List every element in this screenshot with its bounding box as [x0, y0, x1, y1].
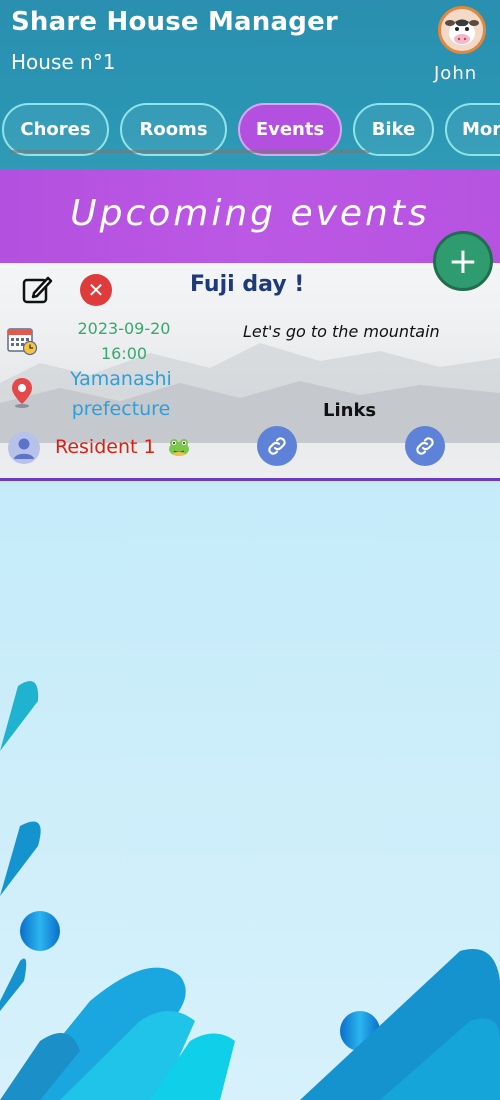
- tab-scrollbar[interactable]: [10, 150, 370, 153]
- link-icon: [416, 437, 434, 455]
- house-name: House n°1: [11, 50, 116, 74]
- event-date: 2023-09-20: [77, 319, 171, 338]
- decorative-background: [0, 481, 500, 1100]
- tab-events[interactable]: Events: [238, 103, 342, 156]
- app-header: Share House Manager House n°1 John Chore…: [0, 0, 500, 170]
- person-icon: [8, 432, 40, 464]
- tab-chores[interactable]: Chores: [2, 103, 109, 156]
- resident-name: Resident 1: [55, 436, 156, 458]
- location-line-2: prefecture: [71, 398, 171, 420]
- cow-avatar-icon[interactable]: [438, 6, 486, 54]
- event-title: Fuji day !: [190, 272, 305, 297]
- tab-bike[interactable]: Bike: [353, 103, 434, 156]
- user-name[interactable]: John: [434, 63, 477, 84]
- event-card: ✕ Fuji day ! 2023-09-20 16:00 Let's go t…: [0, 263, 500, 481]
- event-time: 16:00: [100, 344, 148, 363]
- calendar-icon: [7, 328, 38, 356]
- location-pin-icon: [12, 378, 32, 408]
- add-event-button[interactable]: +: [433, 231, 493, 291]
- link-icon: [268, 437, 286, 455]
- plus-icon: +: [447, 240, 479, 282]
- page-title: Upcoming events: [70, 193, 430, 234]
- event-description: Let's go to the mountain: [243, 322, 440, 341]
- location-line-1: Yamanashi: [70, 368, 172, 390]
- event-datetime: 2023-09-20 16:00: [60, 316, 188, 366]
- app-title: Share House Manager: [11, 7, 338, 37]
- frog-icon: [169, 439, 189, 456]
- edit-icon[interactable]: [20, 273, 54, 307]
- close-icon[interactable]: ✕: [80, 274, 112, 306]
- tab-rooms[interactable]: Rooms: [120, 103, 227, 156]
- link-button[interactable]: [257, 426, 297, 466]
- link-button[interactable]: [405, 426, 445, 466]
- tab-more[interactable]: Mor: [445, 103, 500, 156]
- event-location[interactable]: Yamanashi prefecture: [56, 364, 186, 424]
- links-label: Links: [323, 400, 377, 421]
